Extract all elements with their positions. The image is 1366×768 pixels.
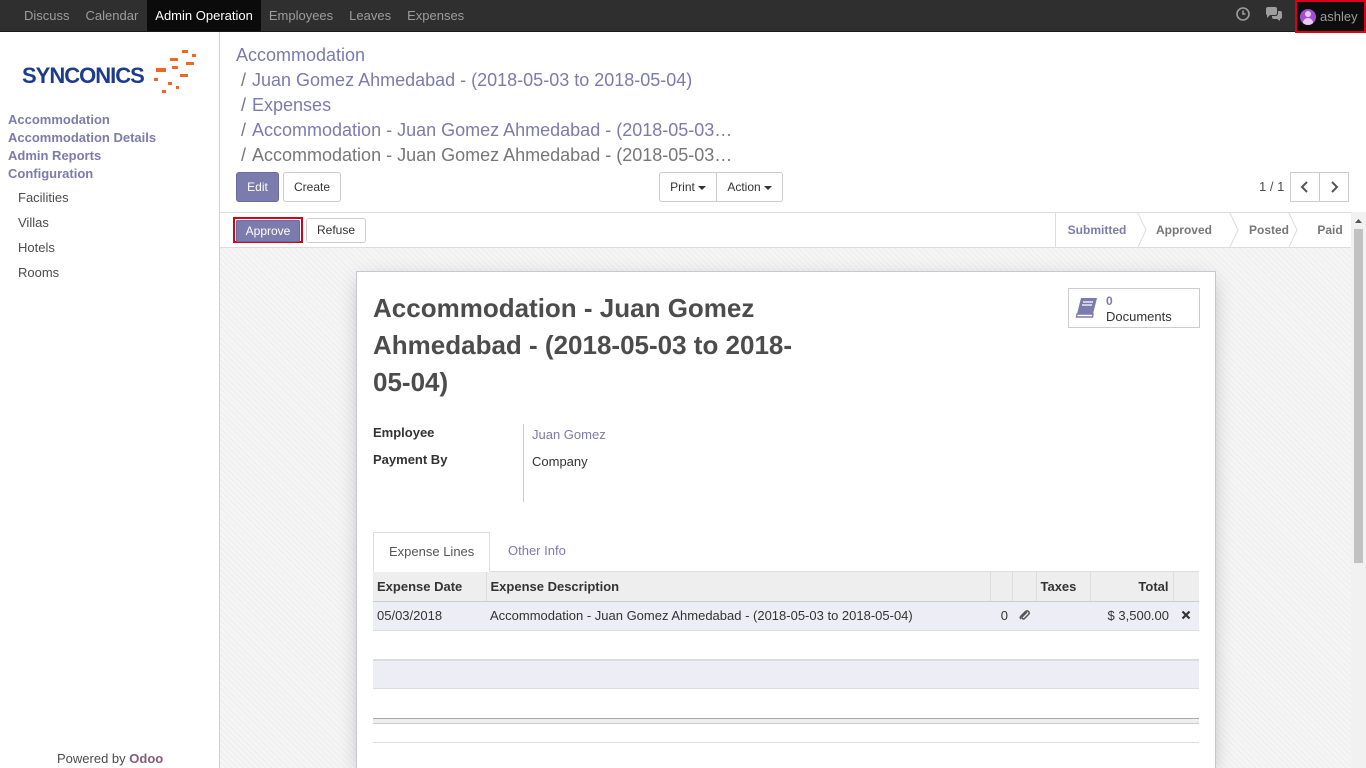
sidebar-item-hotels[interactable]: Hotels [18, 240, 55, 255]
breadcrumb-separator: / [241, 145, 247, 165]
documents-label: Documents [1106, 309, 1172, 324]
payment-by-value: Company [532, 454, 588, 469]
status-bar: Approve Refuse Submitted Approved Posted… [220, 213, 1351, 248]
col-expense-description[interactable]: Expense Description [486, 572, 991, 602]
sidebar-configuration[interactable]: Configuration [8, 166, 93, 181]
logo-text: SYNCONICS [22, 63, 145, 88]
sidebar-item-facilities[interactable]: Facilities [18, 190, 69, 205]
user-avatar [1300, 8, 1316, 25]
close-icon [1181, 610, 1191, 620]
attachment-cell[interactable] [1012, 601, 1036, 631]
powered-by-label: Powered by [57, 751, 126, 766]
company-logo[interactable]: SYNCONICS [22, 46, 202, 96]
table-footer [373, 718, 1199, 724]
odoo-link[interactable]: Odoo [129, 751, 163, 766]
record-title: Accommodation - Juan Gomez Ahmedabad - (… [373, 293, 793, 397]
sidebar-admin-reports[interactable]: Admin Reports [8, 148, 101, 163]
edit-button[interactable]: Edit [236, 172, 279, 202]
refuse-button[interactable]: Refuse [306, 218, 366, 243]
col-attachment [1012, 572, 1037, 602]
chat-icon[interactable] [1265, 6, 1283, 22]
cell-date: 05/03/2018 [373, 601, 486, 631]
breadcrumb-item[interactable]: Accommodation [236, 45, 365, 65]
col-expense-date[interactable]: Expense Date [373, 572, 487, 602]
breadcrumb-item[interactable]: Juan Gomez Ahmedabad - (2018-05-03 to 20… [252, 70, 692, 90]
breadcrumb-separator: / [241, 120, 247, 140]
powered-by: Powered by Odoo [57, 751, 163, 766]
sidebar-accommodation-details[interactable]: Accommodation Details [8, 130, 156, 145]
create-button[interactable]: Create [283, 172, 341, 202]
chevron-left-icon [1300, 181, 1308, 193]
employee-label: Employee [373, 425, 435, 440]
documents-button[interactable]: 0 Documents [1068, 288, 1200, 328]
logo-mark-icon [154, 50, 196, 93]
col-delete [1173, 572, 1199, 602]
tab-expense-lines[interactable]: Expense Lines [373, 532, 491, 572]
payment-by-label: Payment By [373, 452, 448, 467]
col-total[interactable]: Total [1090, 572, 1174, 602]
action-dropdown[interactable]: Action [716, 172, 783, 202]
top-navbar: Discuss Calendar Admin Operation Employe… [0, 0, 1366, 33]
pager-previous-button[interactable] [1290, 172, 1320, 202]
breadcrumb-separator: / [241, 70, 247, 90]
menu-calendar[interactable]: Calendar [78, 0, 147, 31]
book-icon [1075, 298, 1097, 318]
breadcrumb-item[interactable]: Expenses [252, 95, 331, 115]
clock-icon[interactable] [1235, 6, 1251, 22]
print-label: Print [670, 180, 695, 194]
breadcrumb-separator: / [241, 95, 247, 115]
paperclip-icon [1019, 609, 1030, 620]
col-attachments-count [990, 572, 1013, 602]
main-menu: Discuss Calendar Admin Operation Employe… [16, 0, 472, 31]
form-view: Approve Refuse Submitted Approved Posted… [220, 212, 1351, 768]
col-taxes[interactable]: Taxes [1036, 572, 1091, 602]
menu-discuss[interactable]: Discuss [16, 0, 78, 31]
print-dropdown[interactable]: Print [659, 172, 717, 202]
action-label: Action [727, 180, 761, 194]
pager-next-button[interactable] [1319, 172, 1349, 202]
cell-total: $ 3,500.00 [1090, 601, 1173, 631]
breadcrumb-current: Accommodation - Juan Gomez Ahmedabad - (… [252, 145, 733, 165]
table-row[interactable]: 05/03/2018 Accommodation - Juan Gomez Ah… [373, 601, 1199, 631]
scroll-up-icon[interactable] [1351, 215, 1366, 227]
approve-button[interactable]: Approve [236, 220, 300, 242]
stage-arrows [1137, 213, 1298, 247]
vertical-scrollbar[interactable] [1351, 212, 1366, 768]
cell-description: Accommodation - Juan Gomez Ahmedabad - (… [486, 601, 990, 631]
sidebar: SYNCONICS Accommodation Accommodation De… [0, 32, 220, 768]
caret-down-icon [763, 185, 772, 190]
menu-leaves[interactable]: Leaves [341, 0, 399, 31]
breadcrumb: Accommodation / Juan Gomez Ahmedabad - (2… [236, 43, 732, 168]
divider [373, 742, 1199, 743]
menu-expenses[interactable]: Expenses [399, 0, 472, 31]
scrollbar-thumb[interactable] [1354, 229, 1363, 563]
chevron-right-icon [1331, 181, 1339, 193]
field-separator [523, 424, 524, 502]
menu-admin-operation[interactable]: Admin Operation [147, 0, 261, 31]
cell-taxes [1036, 601, 1090, 631]
employee-link[interactable]: Juan Gomez [532, 427, 606, 442]
menu-employees[interactable]: Employees [261, 0, 341, 31]
pager-value[interactable]: 1 / 1 [1259, 179, 1284, 194]
empty-row [373, 631, 1199, 660]
user-menu[interactable]: ashley [1295, 0, 1366, 33]
documents-count: 0 [1106, 294, 1113, 308]
cell-attachments: 0 [990, 601, 1012, 631]
caret-down-icon [697, 185, 706, 190]
breadcrumb-item[interactable]: Accommodation - Juan Gomez Ahmedabad - (… [252, 120, 732, 140]
user-name: ashley [1320, 9, 1358, 24]
notebook-tabs: Expense Lines Other Info [373, 532, 1199, 572]
sidebar-item-villas[interactable]: Villas [18, 215, 49, 230]
expense-lines-table: Expense Date Expense Description Taxes T… [373, 572, 1199, 631]
sidebar-accommodation[interactable]: Accommodation [8, 112, 110, 127]
stage-pipeline: Submitted Approved Posted Paid [1055, 213, 1351, 247]
form-sheet: Accommodation - Juan Gomez Ahmedabad - (… [356, 271, 1216, 768]
sidebar-item-rooms[interactable]: Rooms [18, 265, 59, 280]
delete-row-button[interactable] [1173, 601, 1199, 631]
empty-row [373, 660, 1199, 689]
tab-other-info[interactable]: Other Info [493, 532, 581, 572]
